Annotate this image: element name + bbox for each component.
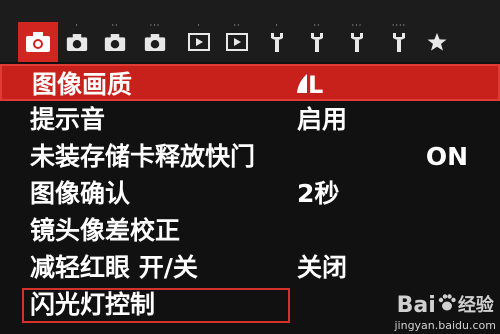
tab-playback-2[interactable]: ··	[222, 22, 252, 58]
menu-item-release-without-card[interactable]: 未装存储卡释放快门 ON	[0, 138, 500, 175]
tab-shooting-4[interactable]: ···	[140, 22, 170, 58]
menu-item-label: 未装存储卡释放快门	[30, 142, 256, 171]
wrench-icon	[308, 31, 326, 53]
tab-dots: ·	[197, 21, 201, 30]
tab-dots: ··	[233, 21, 241, 30]
playback-icon	[188, 33, 210, 51]
watermark-url: jingyan.baidu.com	[394, 319, 496, 332]
menu-item-image-quality[interactable]: 图像画质 L	[0, 64, 500, 101]
star-icon	[427, 32, 447, 52]
menu-item-value: 2秒	[297, 179, 340, 208]
tab-shooting-3[interactable]: ··	[100, 22, 130, 58]
camera-icon	[104, 33, 126, 52]
paw-icon	[437, 293, 457, 319]
menu-item-label: 减轻红眼 开/关	[30, 253, 198, 282]
menu-item-value: L	[296, 72, 323, 98]
tab-setup-4[interactable]: ····	[384, 22, 414, 58]
watermark-brand-suffix: 经验	[457, 295, 494, 316]
playback-icon	[226, 33, 248, 51]
menu-item-lens-aberration-correction[interactable]: 镜头像差校正	[0, 212, 500, 249]
baidu-jingyan-watermark: Bai 经验 jingyan.baidu.com	[394, 293, 496, 333]
menu-item-label: 镜头像差校正	[30, 216, 181, 245]
menu-item-value: ON	[425, 142, 468, 171]
wrench-icon	[390, 31, 408, 53]
camera-menu-screen: · ·· ··· · ·· · ·· ··· ···· 图像画质 L 提示音 启…	[0, 0, 500, 334]
menu-item-label: 闪光灯控制	[30, 290, 156, 319]
tab-dots: ·	[275, 21, 279, 30]
menu-tab-bar: · ·· ··· · ·· · ·· ··· ····	[0, 0, 500, 62]
tab-dots: ·	[75, 21, 79, 30]
menu-item-red-eye-reduction[interactable]: 减轻红眼 开/关 关闭	[0, 249, 500, 286]
tab-shooting-1[interactable]	[18, 22, 58, 62]
tab-dots: ····	[391, 21, 407, 30]
quality-value-text: L	[308, 71, 324, 99]
menu-item-value: 关闭	[297, 253, 348, 282]
tab-setup-2[interactable]: ··	[302, 22, 332, 58]
camera-icon	[66, 33, 88, 52]
tab-dots: ···	[351, 21, 363, 30]
wrench-icon	[268, 31, 286, 53]
watermark-brand: Bai 经验	[394, 293, 496, 319]
tab-playback-1[interactable]: ·	[184, 22, 214, 58]
menu-item-image-review[interactable]: 图像确认 2秒	[0, 175, 500, 212]
wrench-icon	[348, 31, 366, 53]
quality-fine-icon	[296, 72, 308, 98]
menu-item-beep[interactable]: 提示音 启用	[0, 101, 500, 138]
tab-dots: ··	[111, 21, 119, 30]
camera-icon	[25, 31, 51, 53]
tab-shooting-2[interactable]: ·	[62, 22, 92, 58]
menu-item-label: 提示音	[30, 105, 106, 134]
tab-setup-3[interactable]: ···	[342, 22, 372, 58]
tab-setup-1[interactable]: ·	[262, 22, 292, 58]
tab-dots: ···	[149, 21, 161, 30]
tab-dots: ··	[313, 21, 321, 30]
watermark-brand-text: Bai	[396, 293, 436, 318]
settings-menu: 图像画质 L 提示音 启用 未装存储卡释放快门 ON 图像确认 2秒 镜头像差校…	[0, 64, 500, 323]
tab-my-menu[interactable]	[422, 26, 452, 58]
menu-item-label: 图像确认	[30, 179, 131, 208]
menu-item-label: 图像画质	[32, 70, 133, 99]
menu-item-value: 启用	[297, 105, 348, 134]
camera-icon	[144, 33, 166, 52]
